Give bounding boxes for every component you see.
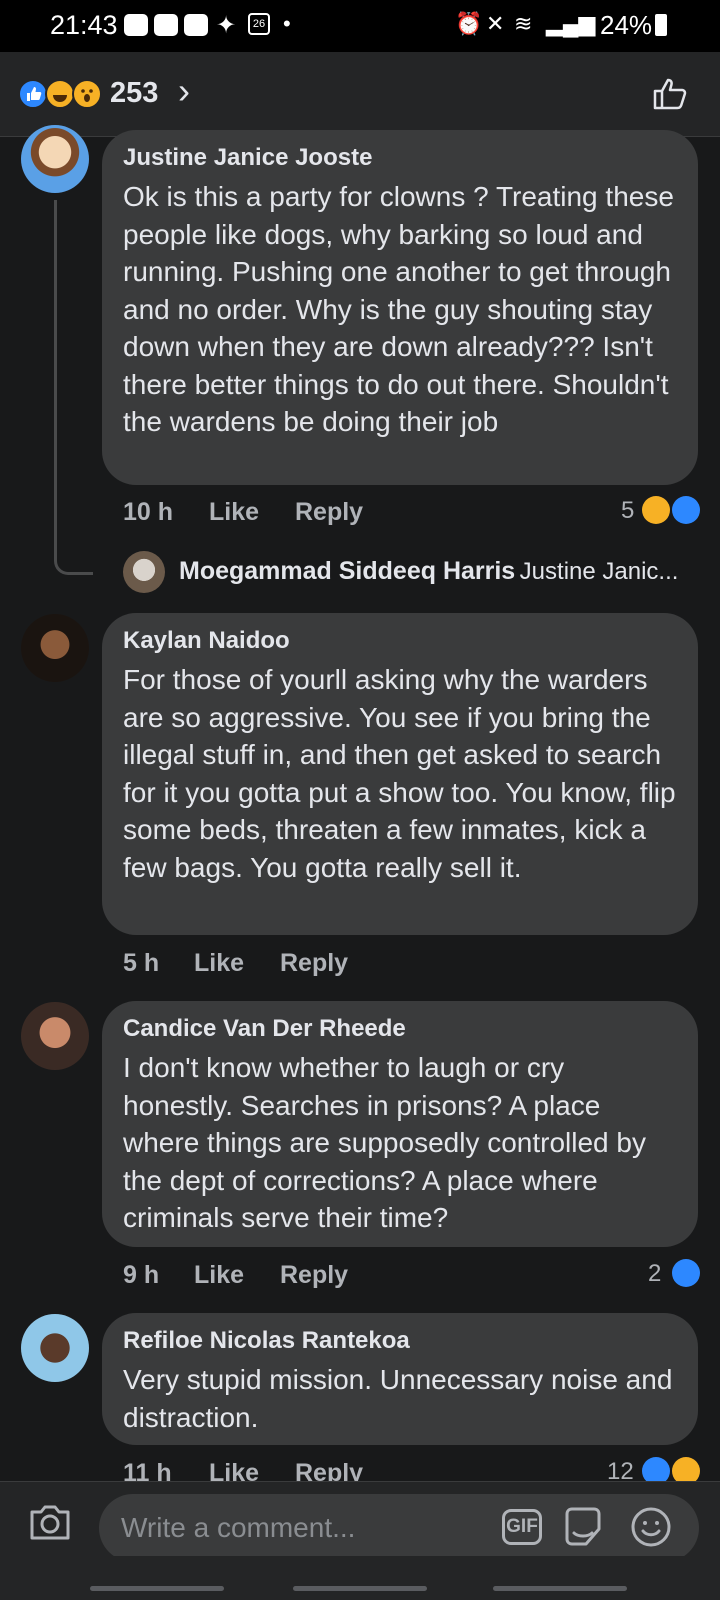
youtube-icon: [124, 14, 148, 36]
haha-icon: [45, 79, 75, 109]
alarm-icon: ⏰: [455, 11, 483, 36]
gif-icon[interactable]: GIF: [502, 1509, 542, 1545]
reply-preview[interactable]: Moegammad Siddeeq Harris Justine Janic..…: [179, 557, 699, 586]
avatar[interactable]: [123, 551, 165, 593]
like-icon: [642, 1457, 670, 1482]
mute-icon: ✕: [486, 11, 505, 36]
reply-button[interactable]: Reply: [280, 1261, 348, 1290]
comment-bubble[interactable]: Kaylan Naidoo For those of yourll asking…: [102, 613, 698, 935]
like-button[interactable]: Like: [194, 949, 244, 978]
comment-text: I don't know whether to laugh or cry hon…: [123, 1052, 646, 1233]
comment-bubble[interactable]: Refiloe Nicolas Rantekoa Very stupid mis…: [102, 1313, 698, 1445]
comment-time: 10 h: [123, 498, 174, 526]
like-icon: [18, 79, 48, 109]
comment-author[interactable]: Refiloe Nicolas Rantekoa: [123, 1327, 678, 1355]
reaction-count[interactable]: 12: [607, 1458, 634, 1482]
comment-composer: Write a comment... GIF: [0, 1482, 720, 1562]
status-bar: 21:43 ✦ 26 • ⏰ ✕ ≋ ▂▄▆ 24%: [0, 0, 720, 52]
reply-mention: Justine Janic...: [519, 558, 679, 585]
like-button[interactable]: Like: [209, 498, 259, 527]
avatar[interactable]: [21, 614, 89, 682]
nav-recents[interactable]: [90, 1586, 224, 1591]
comment-text: For those of yourll asking why the warde…: [123, 664, 676, 883]
battery-icon: [655, 14, 667, 36]
avatar[interactable]: [21, 1002, 89, 1070]
comment-text: Ok is this a party for clowns ? Treating…: [123, 181, 674, 437]
thumbs-up-icon[interactable]: [652, 76, 688, 112]
like-button[interactable]: Like: [194, 1261, 244, 1290]
wow-icon: [72, 79, 102, 109]
avatar[interactable]: [21, 1314, 89, 1382]
comment-author[interactable]: Candice Van Der Rheede: [123, 1015, 678, 1043]
youtube-icon: [154, 14, 178, 36]
comment-text: Very stupid mission. Unnecessary noise a…: [123, 1364, 673, 1433]
reply-author[interactable]: Moegammad Siddeeq Harris: [179, 557, 515, 585]
calendar-icon: 26: [248, 13, 270, 35]
chevron-right-icon[interactable]: ›: [178, 70, 190, 112]
nav-home[interactable]: [293, 1586, 427, 1591]
battery-percent: 24%: [600, 10, 653, 40]
emoji-icon[interactable]: [630, 1506, 672, 1548]
system-nav-bar: [0, 1556, 720, 1600]
reply-button[interactable]: Reply: [295, 498, 363, 527]
comment-actions-clipped: 11 h Like Reply 12: [0, 1455, 720, 1482]
calendar-day: 26: [252, 18, 266, 30]
comment-time: 5 h: [123, 949, 160, 977]
reaction-count[interactable]: 5: [621, 497, 634, 525]
signal-icon: ▂▄▆: [546, 11, 596, 36]
haha-icon: [672, 1457, 700, 1482]
comment-bubble[interactable]: Justine Janice Jooste Ok is this a party…: [102, 130, 698, 485]
like-icon: [672, 496, 700, 524]
comment-bubble[interactable]: Candice Van Der Rheede I don't know whet…: [102, 1001, 698, 1247]
twitter-icon: ✦: [216, 12, 237, 39]
reaction-count[interactable]: 253: [110, 77, 158, 110]
comment-placeholder: Write a comment...: [121, 1512, 356, 1543]
comment-input[interactable]: Write a comment... GIF: [99, 1494, 699, 1562]
comment-author[interactable]: Justine Janice Jooste: [123, 144, 678, 172]
gif-label: GIF: [506, 1516, 538, 1537]
avatar[interactable]: [21, 125, 89, 193]
camera-icon[interactable]: [28, 1502, 72, 1542]
status-time: 21:43: [50, 10, 118, 40]
like-button[interactable]: Like: [209, 1459, 259, 1482]
comment-author[interactable]: Kaylan Naidoo: [123, 627, 678, 655]
youtube-icon: [184, 14, 208, 36]
sticker-icon[interactable]: [561, 1506, 605, 1548]
haha-icon: [642, 496, 670, 524]
comment-time: 11 h: [123, 1459, 172, 1482]
wifi-icon: ≋: [514, 11, 533, 36]
like-icon: [672, 1259, 700, 1287]
reply-button[interactable]: Reply: [295, 1459, 363, 1482]
comment-time: 9 h: [123, 1261, 160, 1289]
reactions-header: 253 ›: [0, 52, 720, 137]
reply-button[interactable]: Reply: [280, 949, 348, 978]
reply-thread-line: [54, 200, 93, 575]
reaction-count[interactable]: 2: [648, 1260, 661, 1288]
nav-back[interactable]: [493, 1586, 627, 1591]
notification-dot-icon: •: [283, 11, 291, 36]
